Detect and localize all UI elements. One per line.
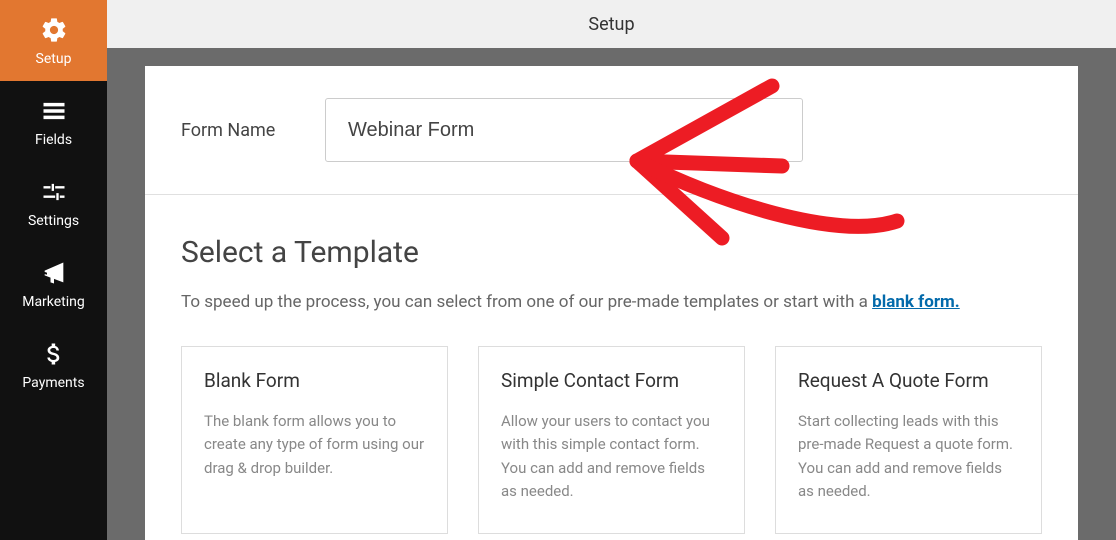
- megaphone-icon: [39, 258, 69, 288]
- sidebar-item-settings[interactable]: Settings: [0, 162, 107, 243]
- card-title: Blank Form: [204, 369, 425, 392]
- form-name-label: Form Name: [145, 120, 305, 141]
- template-section: Select a Template To speed up the proces…: [145, 195, 1078, 534]
- sidebar-item-payments[interactable]: Payments: [0, 324, 107, 405]
- sidebar-item-label: Setup: [36, 51, 72, 67]
- template-subtext-prefix: To speed up the process, you can select …: [181, 292, 872, 312]
- sidebar-item-label: Settings: [28, 213, 79, 229]
- template-card-request-quote[interactable]: Request A Quote Form Start collecting le…: [775, 346, 1042, 534]
- setup-panel: Form Name Select a Template To speed up …: [145, 66, 1078, 540]
- card-desc: Allow your users to contact you with thi…: [501, 410, 722, 503]
- form-name-input[interactable]: [325, 98, 803, 162]
- sidebar-item-label: Marketing: [22, 294, 85, 310]
- card-title: Request A Quote Form: [798, 369, 1019, 392]
- sidebar: Setup Fields Settings Marketing Payments: [0, 0, 107, 540]
- template-card-blank[interactable]: Blank Form The blank form allows you to …: [181, 346, 448, 534]
- sliders-icon: [39, 177, 69, 207]
- gear-icon: [39, 15, 69, 45]
- card-desc: The blank form allows you to create any …: [204, 410, 425, 480]
- sidebar-item-fields[interactable]: Fields: [0, 81, 107, 162]
- template-heading: Select a Template: [181, 235, 1042, 270]
- sidebar-item-setup[interactable]: Setup: [0, 0, 107, 81]
- sidebar-item-label: Fields: [35, 132, 72, 148]
- form-name-row: Form Name: [145, 66, 1078, 195]
- topbar: Setup: [107, 0, 1116, 48]
- template-subtext: To speed up the process, you can select …: [181, 292, 1042, 312]
- list-icon: [39, 96, 69, 126]
- dollar-icon: [39, 339, 69, 369]
- sidebar-item-label: Payments: [22, 375, 84, 391]
- content-wrapper: Form Name Select a Template To speed up …: [107, 48, 1116, 540]
- sidebar-item-marketing[interactable]: Marketing: [0, 243, 107, 324]
- template-cards: Blank Form The blank form allows you to …: [181, 346, 1042, 534]
- main: Setup Form Name Select a Template To spe…: [107, 0, 1116, 540]
- template-card-simple-contact[interactable]: Simple Contact Form Allow your users to …: [478, 346, 745, 534]
- blank-form-link[interactable]: blank form.: [872, 292, 960, 312]
- card-desc: Start collecting leads with this pre-mad…: [798, 410, 1019, 503]
- page-title: Setup: [588, 14, 634, 35]
- card-title: Simple Contact Form: [501, 369, 722, 392]
